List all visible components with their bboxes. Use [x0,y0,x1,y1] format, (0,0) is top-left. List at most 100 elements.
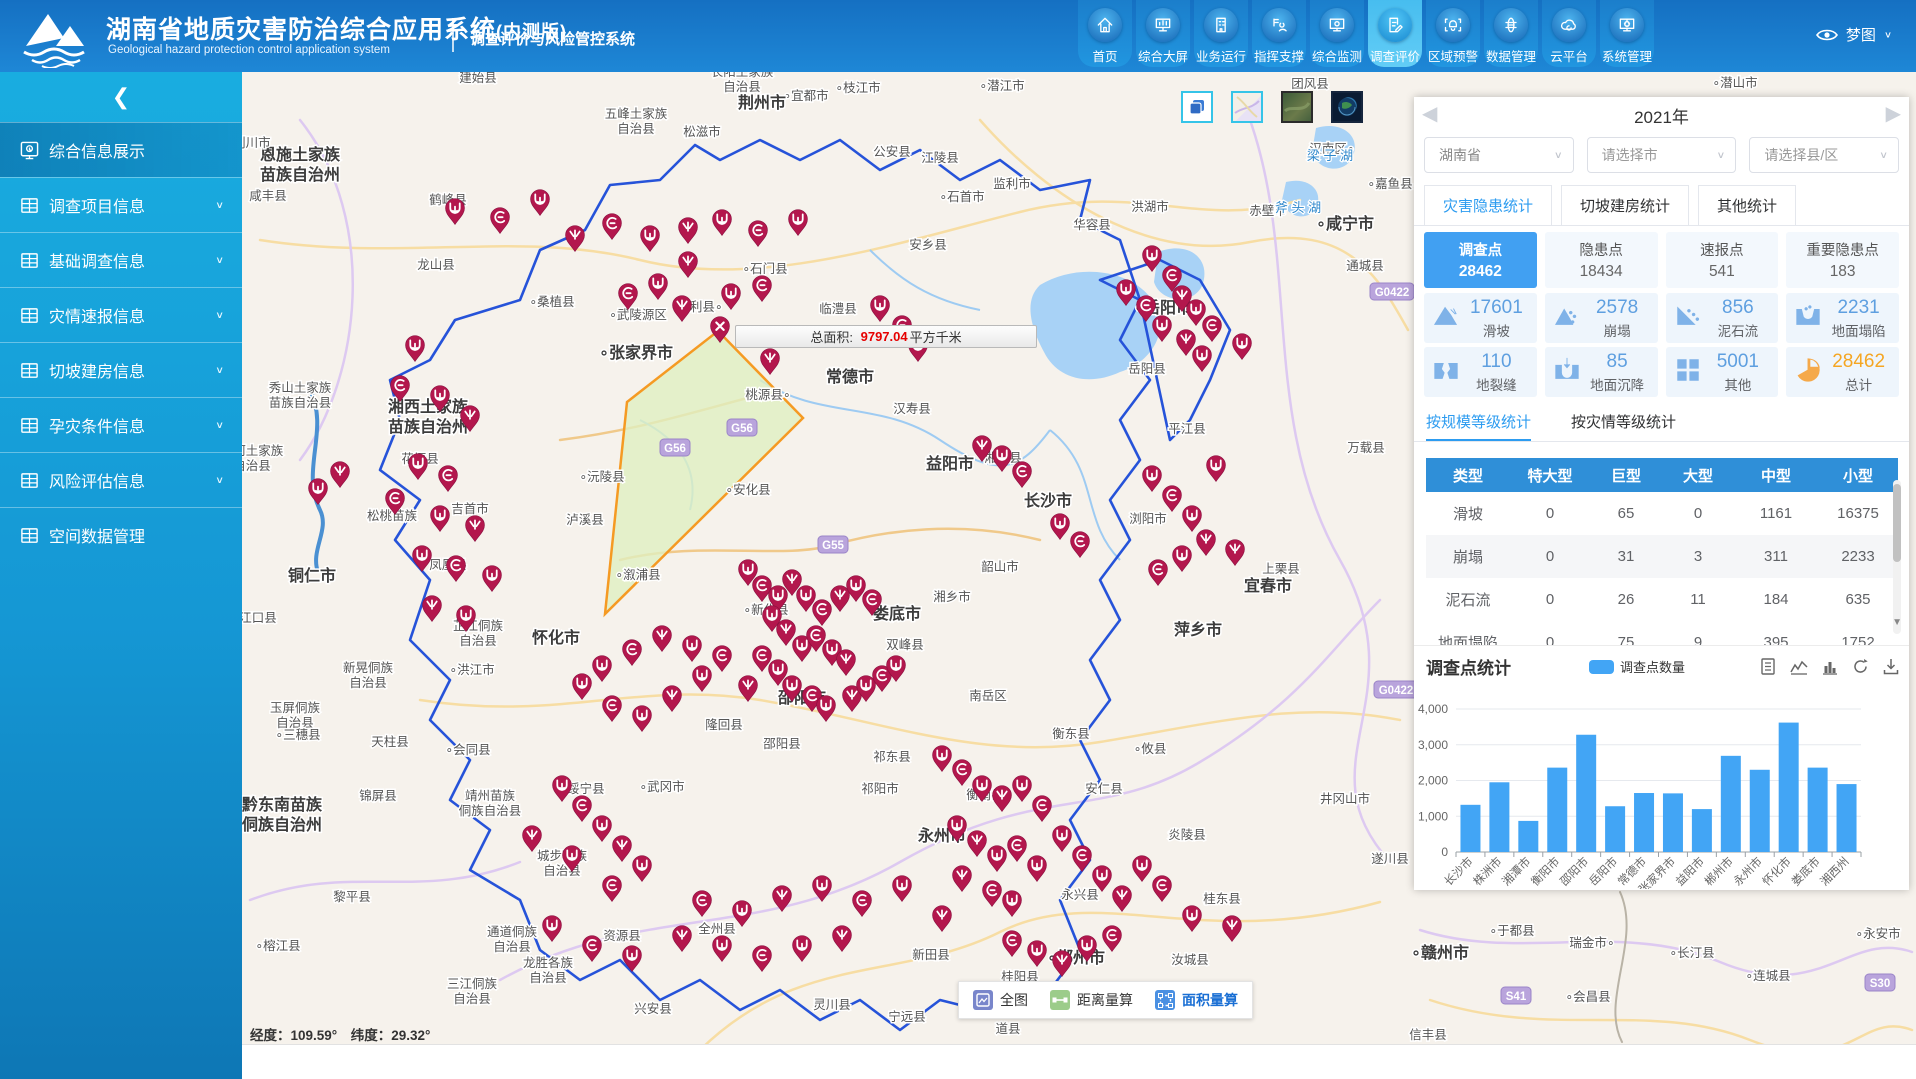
sidebar-collapse-button[interactable]: ❮ [0,72,242,122]
line-chart-icon[interactable] [1790,659,1808,675]
subtab-按灾情等级统计[interactable]: 按灾情等级统计 [1571,411,1676,441]
bar-湘潭市[interactable] [1518,821,1538,852]
x-axis-label: 邵阳市 [1557,854,1591,888]
tab-切坡建房统计[interactable]: 切坡建房统计 [1561,185,1689,225]
map-tool-label: 距离量算 [1077,990,1133,1010]
layer-switcher[interactable] [1181,91,1363,123]
bar-郴州市[interactable] [1721,756,1741,852]
hazard-stat-value: 5001 [1704,351,1773,373]
bar-永州市[interactable] [1750,770,1770,852]
bar-株洲市[interactable] [1489,782,1509,852]
bar-娄底市[interactable] [1808,768,1828,852]
hazard-stat-地裂缝[interactable]: 110地裂缝 [1424,347,1537,397]
region-select-0[interactable]: 湖南省∨ [1424,137,1574,173]
bar-衡阳市[interactable] [1547,768,1567,852]
region-select-2[interactable]: 请选择县/区∨ [1749,137,1899,173]
sidebar-item-孕灾条件信息[interactable]: 孕灾条件信息∨ [0,397,242,452]
stat-card-重要隐患点[interactable]: 重要隐患点183 [1786,232,1899,288]
hazard-stat-总计[interactable]: 28462总计 [1786,347,1899,397]
hazard-stat-地面塌陷[interactable]: 2231地面塌陷 [1786,293,1899,343]
hazard-stat-label: 泥石流 [1704,320,1773,340]
nav-item-label: 业务运行 [1196,46,1246,65]
stat-card-隐患点[interactable]: 隐患点18434 [1545,232,1658,288]
roadmap-thumbnail[interactable] [1231,91,1263,123]
bar-邵阳市[interactable] [1576,735,1596,852]
bar-常德市[interactable] [1634,793,1654,852]
table-scrollbar[interactable] [1893,480,1901,634]
sidebar-item-灾情速报信息[interactable]: 灾情速报信息∨ [0,287,242,342]
region-select-1[interactable]: 请选择市∨ [1587,137,1737,173]
sidebar-item-基础调查信息[interactable]: 基础调查信息∨ [0,232,242,287]
data-view-icon[interactable] [1760,658,1776,675]
warning-icon [1436,8,1470,42]
map-tool-全图[interactable]: 全图 [973,990,1028,1010]
scroll-down-icon[interactable]: ▼ [1892,617,1902,628]
nav-item-业务运行[interactable]: 业务运行 [1194,0,1248,67]
map-tool-距离量算[interactable]: 距离量算 [1050,990,1133,1010]
map-label: 江口县 [239,611,277,625]
map-label: 常德市 [826,367,874,386]
nav-item-调查评价[interactable]: 调查评价 [1368,0,1422,67]
year-next-button[interactable]: ▶ [1886,101,1901,127]
hazard-stat-value: 2578 [1583,297,1652,319]
hazard-stat-崩塌[interactable]: 2578崩塌 [1545,293,1658,343]
table-col-大型: 大型 [1662,458,1734,492]
username: 梦图 [1846,24,1876,45]
nav-item-综合监测[interactable]: 综合监测 [1310,0,1364,67]
user-menu[interactable]: 梦图 ∨ [1816,24,1892,45]
map-measure-toolbar[interactable]: 全图 距离量算 面积量算 [958,981,1253,1019]
nav-item-指挥支撑[interactable]: 指挥支撑 [1252,0,1306,67]
bar-岳阳市[interactable] [1605,806,1625,852]
nav-item-label: 调查评价 [1370,46,1420,65]
chevron-down-icon: ∨ [215,309,224,320]
bar-chart-icon[interactable] [1822,659,1838,675]
nav-item-系统管理[interactable]: 系统管理 [1600,0,1654,67]
nav-item-首页[interactable]: 首页 [1078,0,1132,67]
bar-张家界市[interactable] [1663,793,1683,852]
sidebar-item-调查项目信息[interactable]: 调查项目信息∨ [0,177,242,232]
bar-益阳市[interactable] [1692,809,1712,852]
hazard-stat-泥石流[interactable]: 856泥石流 [1666,293,1779,343]
nav-item-区域预警[interactable]: 区域预警 [1426,0,1480,67]
tab-灾害隐患统计[interactable]: 灾害隐患统计 [1424,185,1552,225]
survey-bar-chart[interactable]: 01,0002,0003,0004,000长沙市株洲市湘潭市衡阳市邵阳市岳阳市常… [1414,679,1907,889]
tab-其他统计[interactable]: 其他统计 [1698,185,1796,225]
globe-thumbnail[interactable] [1331,91,1363,123]
bar-怀化市[interactable] [1779,723,1799,852]
download-icon[interactable] [1883,658,1899,675]
hazard-stat-其他[interactable]: 5001其他 [1666,347,1779,397]
hazard-stat-地面沉降[interactable]: 85地面沉降 [1545,347,1658,397]
svg-text:G55: G55 [822,540,844,552]
map-label: 玉屏侗族 [270,701,321,715]
map-tool-面积量算[interactable]: 面积量算 [1155,990,1238,1010]
sidebar-item-切坡建房信息[interactable]: 切坡建房信息∨ [0,342,242,397]
satellite-thumbnail[interactable] [1281,91,1313,123]
data-icon [1494,8,1528,42]
chart-legend[interactable]: 调查点数量 [1589,657,1685,676]
map-label: ∘于都县 [1489,924,1534,938]
map-label: ∘安化县 [725,482,770,497]
home-icon [1088,8,1122,42]
stat-card-速报点[interactable]: 速报点541 [1666,232,1779,288]
sidebar-item-风险评估信息[interactable]: 风险评估信息∨ [0,452,242,507]
nav-item-云平台[interactable]: 云平台 [1542,0,1596,67]
nav-item-综合大屏[interactable]: 综合大屏 [1136,0,1190,67]
bar-长沙市[interactable] [1460,805,1480,852]
layers-icon[interactable] [1181,91,1213,123]
chart-title: 调查点统计 [1426,654,1511,679]
nav-item-数据管理[interactable]: 数据管理 [1484,0,1538,67]
table-cell: 11 [1662,578,1734,621]
select-value: 湖南省 [1439,145,1481,165]
subtab-按规模等级统计[interactable]: 按规模等级统计 [1426,411,1531,441]
stat-card-调查点[interactable]: 调查点28462 [1424,232,1537,288]
sidebar-item-空间数据管理[interactable]: 空间数据管理 [0,507,242,562]
bar-湘西州[interactable] [1837,784,1857,852]
hazard-stat-滑坡[interactable]: 17601滑坡 [1424,293,1537,343]
refresh-icon[interactable] [1852,658,1869,675]
water-label: 梁 子 湖 [1307,148,1353,163]
sidebar-item-综合信息展示[interactable]: 综合信息展示 [0,122,242,177]
map-label: 苗族自治州 [388,417,468,436]
year-prev-button[interactable]: ◀ [1422,101,1437,127]
subsidence-pit-icon [1794,302,1824,335]
table-col-小型: 小型 [1818,458,1898,492]
